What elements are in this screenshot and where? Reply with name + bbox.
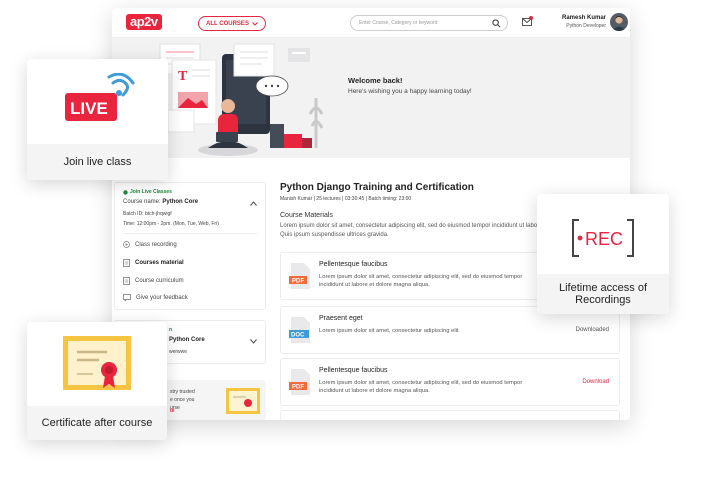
sidebar-item-label: Course curriculum [135, 278, 184, 284]
live-dot-icon [123, 189, 128, 195]
material-item[interactable]: PDF Pellentesque faucibus Lorem ipsum do… [280, 358, 620, 406]
document-icon [123, 277, 130, 285]
video-icon [123, 241, 130, 248]
search-icon[interactable] [492, 19, 501, 28]
download-button[interactable]: Download [582, 379, 609, 385]
promo-line: stry trusted [170, 389, 195, 395]
sidebar-item-give-feedback[interactable]: Give your feedback [123, 294, 188, 301]
search-placeholder: Enter Course, Category or keyword [359, 20, 438, 26]
brand-logo[interactable]: ap2v [126, 14, 162, 30]
pdf-file-icon-label: PDF [292, 279, 304, 285]
sidebar-item-courses-material[interactable]: Courses material [123, 259, 184, 267]
doc-file-icon: DOC [289, 317, 310, 343]
pdf-file-icon: PDF [289, 263, 310, 289]
material-item[interactable] [280, 410, 620, 420]
certificate-mini-icon [226, 388, 260, 414]
search-input[interactable]: Enter Course, Category or keyword [350, 15, 508, 31]
batch-timing: Time: 12:00pm - 2pm. (Mon, Tue, Web, Fri… [123, 221, 219, 227]
second-course-batch: werwwe [169, 349, 188, 355]
notification-dot [529, 16, 533, 20]
material-description: Lorem ipsum dolor sit amet, consectetur … [319, 380, 523, 394]
second-course-tag: n [169, 327, 173, 333]
pdf-file-icon-label: PDF [292, 385, 304, 391]
feedback-icon [123, 294, 131, 301]
user-photo-icon [612, 16, 626, 31]
rec-badge-text: REC [585, 229, 623, 249]
pdf-file-icon: PDF [289, 369, 310, 395]
live-class-tag-label: Join Live Classes [130, 189, 172, 195]
material-description: Lorem ipsum dolor sit amet, consectetur … [319, 328, 459, 334]
all-courses-button[interactable]: ALL COURSES [198, 16, 266, 31]
promo-link[interactable]: te [170, 408, 174, 414]
divider [123, 233, 257, 234]
sidebar-item-label: Courses material [135, 260, 184, 266]
welcome-subtitle: Here's wishing you a happy learning toda… [348, 88, 472, 95]
batch-id: Batch ID: btch-jhqwigf [123, 211, 172, 217]
welcome-message: Welcome back! Here's wishing you a happy… [348, 76, 472, 95]
material-title: Pellentesque faucibus [319, 367, 388, 374]
chevron-up-icon[interactable] [250, 201, 257, 206]
sidebar-item-class-recording[interactable]: Class recording [123, 241, 177, 248]
user-info[interactable]: Ramesh Kumar Python Developer [544, 15, 606, 29]
material-status-downloaded: Downloaded [575, 327, 609, 333]
live-broadcast-icon: LIVE [65, 73, 135, 121]
welcome-title: Welcome back! [348, 76, 403, 85]
recording-icon: REC [572, 219, 634, 257]
course-meta: Manish Kumar | 25 lectures | 03:30:45 | … [280, 196, 412, 202]
document-icon [123, 259, 130, 267]
sidebar-item-label: Give your feedback [136, 294, 188, 301]
doc-file-icon-label: DOC [291, 333, 305, 339]
join-live-class-card[interactable]: LIVE Join live class [27, 59, 168, 180]
welcome-banner: T Welcome back! Here's wishing you a hap… [112, 38, 630, 158]
course-sidebar: Join Live Classes Course name: Python Co… [114, 182, 266, 310]
course-materials-heading: Course Materials [280, 212, 333, 219]
certificate-label: Certificate after course [27, 406, 167, 440]
user-name: Ramesh Kumar [561, 15, 606, 21]
material-title: Pellentesque faucibus [319, 261, 388, 268]
screenshot-stage: ap2v ALL COURSES Enter Course, Category … [0, 0, 710, 486]
course-title: Python Django Training and Certification [280, 182, 474, 193]
all-courses-label: ALL COURSES [206, 20, 249, 27]
live-badge-text: LIVE [70, 99, 108, 118]
svg-text:T: T [178, 69, 188, 84]
user-role: Python Developer [566, 23, 606, 29]
avatar[interactable] [610, 13, 628, 31]
promo-line: e once you [170, 397, 195, 403]
live-class-tag[interactable]: Join Live Classes [123, 189, 172, 195]
second-course-name: Python Core [169, 337, 205, 343]
material-description: Lorem ipsum dolor sit amet, consectetur … [319, 274, 523, 288]
material-title: Praesent eget [319, 315, 363, 322]
chevron-down-icon[interactable] [250, 339, 257, 344]
sidebar-item-label: Class recording [135, 241, 177, 248]
recordings-label: Lifetime access of Recordings [537, 274, 669, 314]
sidebar-item-course-curriculum[interactable]: Course curriculum [123, 277, 184, 285]
top-navigation-bar: ap2v ALL COURSES Enter Course, Category … [112, 8, 630, 38]
chevron-down-icon [252, 21, 258, 26]
course-name: Course name: Python Core [123, 199, 198, 205]
recordings-card[interactable]: REC Lifetime access of Recordings [537, 194, 669, 314]
certificate-icon [63, 336, 131, 390]
course-name-value: Python Core [162, 199, 199, 205]
certificate-card[interactable]: Certificate after course [27, 322, 167, 440]
course-name-label: Course name: [123, 199, 161, 205]
join-live-class-label: Join live class [27, 144, 168, 180]
